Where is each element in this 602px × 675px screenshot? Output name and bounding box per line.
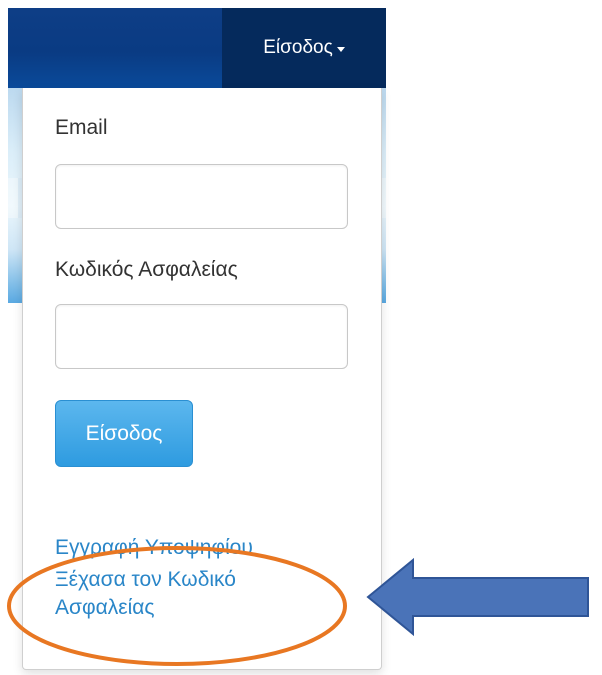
login-submit-button[interactable]: Είσοδος: [55, 400, 193, 467]
login-dropdown-menu: Email Κωδικός Ασφαλείας Είσοδος Εγγραφή …: [22, 88, 382, 670]
password-field[interactable]: [55, 304, 348, 369]
forgot-password-line2: Ασφαλείας: [55, 596, 155, 619]
forgot-password-line1: Ξέχασα τον Κωδικό: [55, 568, 236, 591]
pointer-arrow-icon: [366, 557, 589, 637]
email-label: Email: [55, 116, 108, 139]
register-candidate-link[interactable]: Εγγραφή Υποψηφίου: [55, 534, 253, 562]
password-label: Κωδικός Ασφαλείας: [55, 258, 238, 281]
email-field[interactable]: [55, 164, 348, 229]
nav-login-label: Είσοδος: [263, 37, 333, 58]
caret-down-icon: [336, 47, 345, 52]
forgot-password-link[interactable]: Ξέχασα τον Κωδικό Ασφαλείας: [55, 566, 236, 622]
nav-login-dropdown-toggle[interactable]: Είσοδος: [222, 8, 386, 88]
